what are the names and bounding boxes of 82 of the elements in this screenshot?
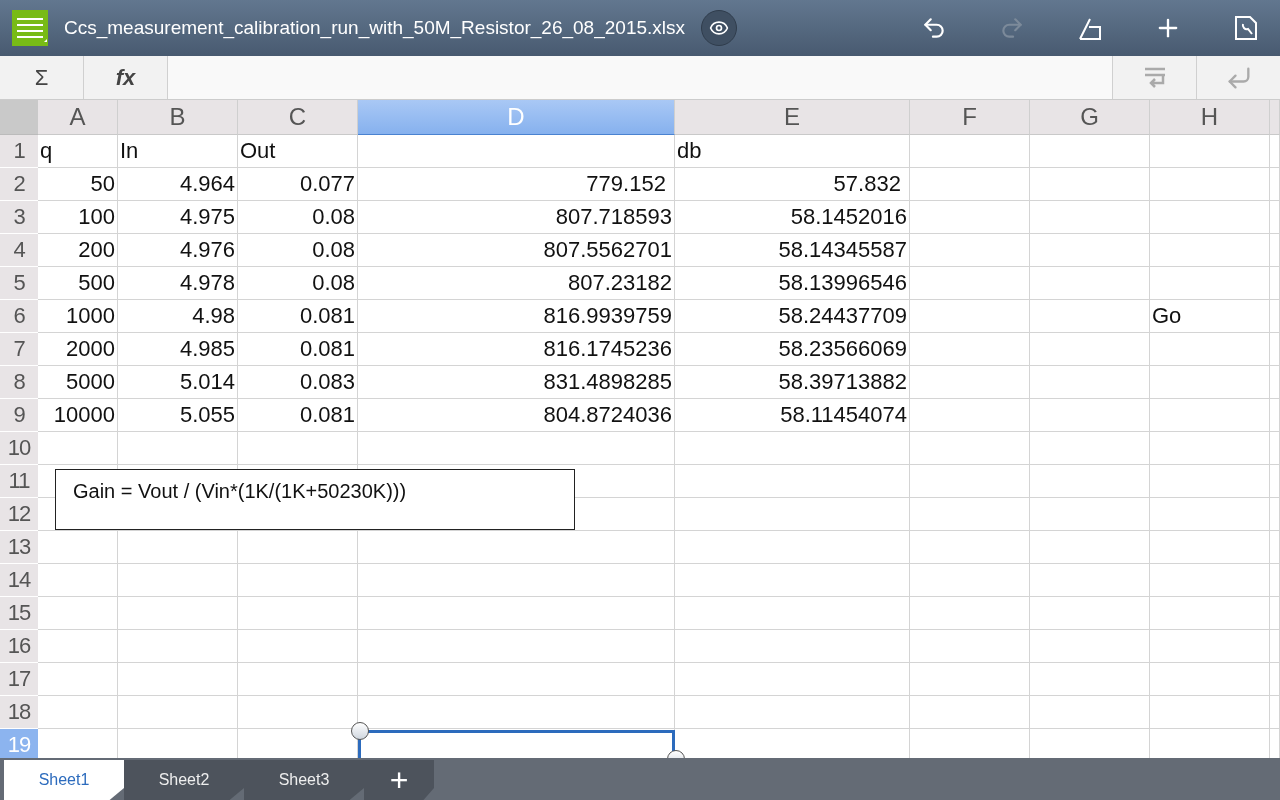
table-cell[interactable]: 779.152 — [358, 168, 674, 200]
table-cell[interactable]: 58.14345587 — [675, 234, 909, 266]
table-cell[interactable]: 816.1745236 — [358, 333, 674, 365]
row-header[interactable]: 5 — [0, 267, 38, 299]
table-cell[interactable]: 4.976 — [118, 234, 237, 266]
table-cell[interactable]: 4.985 — [118, 333, 237, 365]
table-cell[interactable]: 100 — [38, 201, 117, 233]
table-cell[interactable]: 58.24437709 — [675, 300, 909, 332]
table-cell[interactable]: 807.718593 — [358, 201, 674, 233]
table-cell[interactable]: 5.055 — [118, 399, 237, 431]
column-header[interactable]: G — [1030, 100, 1150, 135]
row-header[interactable]: 8 — [0, 366, 38, 398]
row-header[interactable]: 6 — [0, 300, 38, 332]
table-cell[interactable]: 500 — [38, 267, 117, 299]
table-cell[interactable]: 4.975 — [118, 201, 237, 233]
table-cell[interactable]: 4.98 — [118, 300, 237, 332]
column-header[interactable]: A — [38, 100, 118, 135]
sheet-tab[interactable]: Sheet2 — [124, 760, 244, 800]
table-cell[interactable]: 0.083 — [238, 366, 357, 398]
row-header[interactable]: 18 — [0, 696, 38, 728]
row-header[interactable]: 14 — [0, 564, 38, 596]
table-cell[interactable]: 807.23182 — [358, 267, 674, 299]
row-header[interactable]: 15 — [0, 597, 38, 629]
spreadsheet-logo-icon — [12, 10, 48, 46]
table-cell[interactable]: db — [675, 135, 909, 167]
table-cell[interactable]: 0.081 — [238, 399, 357, 431]
table-cell[interactable]: 10000 — [38, 399, 117, 431]
row-header[interactable]: 9 — [0, 399, 38, 431]
function-button[interactable]: fx — [84, 56, 168, 99]
table-cell[interactable]: 831.4898285 — [358, 366, 674, 398]
table-cell[interactable]: 2000 — [38, 333, 117, 365]
table-cell[interactable]: 58.13996546 — [675, 267, 909, 299]
table-cell[interactable]: In — [118, 135, 237, 167]
table-cell[interactable]: 50 — [38, 168, 117, 200]
row-header[interactable]: 2 — [0, 168, 38, 200]
table-cell[interactable]: 807.5562701 — [358, 234, 674, 266]
column-header[interactable]: E — [675, 100, 910, 135]
table-cell[interactable]: 0.081 — [238, 333, 357, 365]
table-cell[interactable]: 0.08 — [238, 267, 357, 299]
row-header[interactable]: 4 — [0, 234, 38, 266]
table-cell[interactable]: 4.964 — [118, 168, 237, 200]
row-header[interactable]: 16 — [0, 630, 38, 662]
sum-button[interactable]: Σ — [0, 56, 84, 99]
table-cell[interactable]: 0.077 — [238, 168, 357, 200]
sheet-tab[interactable]: Sheet3 — [244, 760, 364, 800]
row-header[interactable]: 1 — [0, 135, 38, 167]
row-header[interactable]: 11 — [0, 465, 38, 497]
column-header[interactable]: C — [238, 100, 358, 135]
table-cell[interactable]: 58.23566069 — [675, 333, 909, 365]
table-cell[interactable]: 0.08 — [238, 201, 357, 233]
column-header[interactable]: F — [910, 100, 1030, 135]
table-cell[interactable]: 57.832 — [675, 168, 909, 200]
table-cell[interactable]: 58.1452016 — [675, 201, 909, 233]
text-box[interactable]: Gain = Vout / (Vin*(1K/(1K+50230K))) — [55, 469, 575, 530]
row-header[interactable]: 13 — [0, 531, 38, 563]
table-cell[interactable]: 5.014 — [118, 366, 237, 398]
table-cell[interactable]: 4.978 — [118, 267, 237, 299]
table-cell[interactable]: 58.11454074 — [675, 399, 909, 431]
table-cell[interactable]: 816.9939759 — [358, 300, 674, 332]
row-header[interactable]: 10 — [0, 432, 38, 464]
view-mode-button[interactable] — [701, 10, 738, 46]
file-title: Ccs_measurement_calibration_run_with_50M_Resistor_26_08_2015.xlsx — [64, 17, 686, 39]
table-cell[interactable]: Out — [238, 135, 357, 167]
row-header[interactable]: 7 — [0, 333, 38, 365]
table-cell[interactable]: q — [38, 135, 117, 167]
selection-handle[interactable] — [351, 722, 369, 740]
table-cell[interactable]: 58.39713882 — [675, 366, 909, 398]
table-cell[interactable]: 5000 — [38, 366, 117, 398]
row-header[interactable]: 12 — [0, 498, 38, 530]
add-sheet-button[interactable]: + — [364, 760, 434, 800]
table-cell[interactable]: 1000 — [38, 300, 117, 332]
row-header[interactable]: 3 — [0, 201, 38, 233]
table-cell[interactable]: Go — [1150, 300, 1269, 332]
table-cell[interactable]: 0.081 — [238, 300, 357, 332]
table-cell[interactable]: 804.8724036 — [358, 399, 674, 431]
table-cell[interactable]: 0.08 — [238, 234, 357, 266]
eye-icon — [709, 18, 730, 38]
column-header[interactable]: H — [1150, 100, 1270, 135]
sheet-tab[interactable]: Sheet1 — [4, 760, 124, 800]
table-cell[interactable]: 200 — [38, 234, 117, 266]
row-header[interactable]: 17 — [0, 663, 38, 695]
column-header[interactable]: B — [118, 100, 238, 135]
